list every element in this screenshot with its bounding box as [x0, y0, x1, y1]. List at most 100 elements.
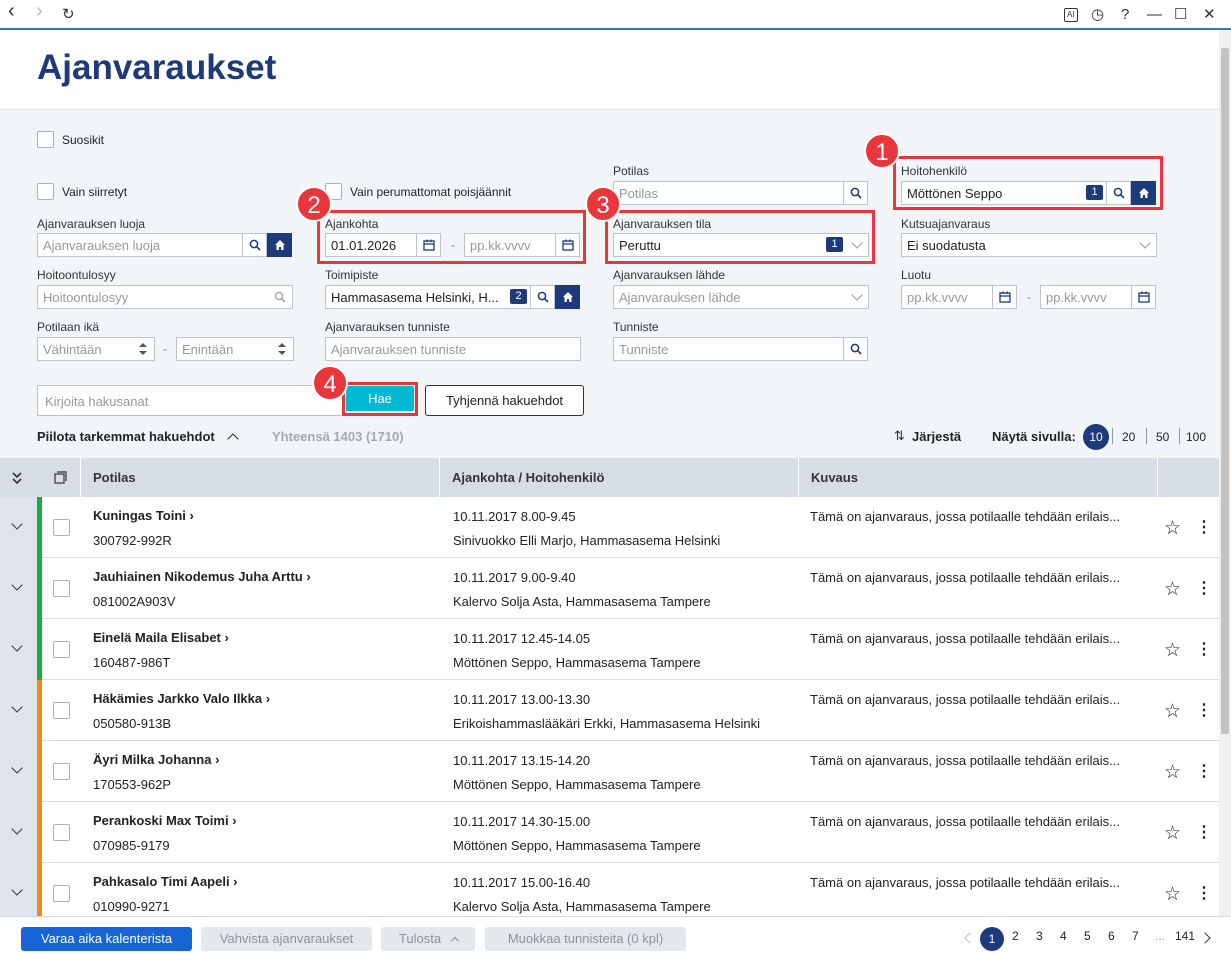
invite-select[interactable]: Ei suodatusta [901, 233, 1157, 257]
more-icon[interactable]: ⋮ [1196, 883, 1212, 903]
column-header-patient[interactable]: Potilas [80, 458, 439, 497]
row-expand-button[interactable] [0, 680, 37, 741]
page-7[interactable]: 7 [1132, 929, 1139, 943]
help-icon[interactable]: ? [1121, 6, 1129, 24]
identifier-search-button[interactable] [843, 337, 868, 361]
row-checkbox[interactable] [53, 580, 70, 597]
history-icon[interactable]: ◷ [1091, 6, 1104, 24]
keyword-search-input[interactable]: Kirjoita hakusanat [37, 385, 347, 416]
patient-name-link[interactable]: Jauhiainen Nikodemus Juha Arttu › [93, 569, 311, 584]
per-page-10[interactable]: 10 [1083, 424, 1109, 450]
confirm-bookings-button[interactable]: Vahvista ajanvaraukset [201, 927, 372, 951]
page-6[interactable]: 6 [1108, 929, 1115, 943]
row-expand-button[interactable] [0, 558, 37, 619]
row-expand-button[interactable] [0, 863, 37, 916]
patient-search-button[interactable] [843, 181, 868, 205]
star-icon[interactable]: ☆ [1164, 822, 1181, 845]
created-to-calendar-button[interactable] [1131, 285, 1156, 309]
table-row[interactable]: Kuningas Toini › 300792-992R 10.11.2017 … [0, 497, 1219, 558]
per-page-50[interactable]: 50 [1156, 430, 1169, 444]
back-icon[interactable]: ‹ [8, 1, 15, 21]
patient-name-link[interactable]: Pahkasalo Timi Aapeli › [93, 874, 238, 889]
row-checkbox[interactable] [53, 763, 70, 780]
table-row[interactable]: Jauhiainen Nikodemus Juha Arttu › 081002… [0, 558, 1219, 619]
more-icon[interactable]: ⋮ [1196, 517, 1212, 537]
row-checkbox[interactable] [53, 885, 70, 902]
patient-name-link[interactable]: Äyri Milka Johanna › [93, 752, 219, 767]
table-row[interactable]: Äyri Milka Johanna › 170553-962P 10.11.2… [0, 741, 1219, 802]
row-checkbox[interactable] [53, 641, 70, 658]
reload-icon[interactable]: ↻ [62, 6, 75, 24]
sort-button[interactable]: Järjestä [912, 429, 961, 444]
created-from-calendar-button[interactable] [992, 285, 1017, 309]
print-button[interactable]: Tulosta [381, 927, 475, 951]
creator-search-button[interactable] [242, 233, 267, 257]
prev-page-icon[interactable] [964, 932, 976, 944]
more-icon[interactable]: ⋮ [1196, 822, 1212, 842]
row-expand-button[interactable] [0, 802, 37, 863]
star-icon[interactable]: ☆ [1164, 578, 1181, 601]
book-from-calendar-button[interactable]: Varaa aika kalenterista [21, 927, 192, 951]
row-expand-button[interactable] [0, 741, 37, 802]
row-checkbox[interactable] [53, 824, 70, 841]
table-row[interactable]: Einelä Maila Elisabet › 160487-986T 10.1… [0, 619, 1219, 680]
only-moved-checkbox[interactable] [37, 183, 54, 200]
created-to-input[interactable]: pp.kk.vvvv [1040, 285, 1132, 309]
patient-name-link[interactable]: Häkämies Jarkko Valo Ilkka › [93, 691, 270, 706]
age-min-stepper-icon[interactable] [137, 342, 149, 356]
favorites-checkbox[interactable] [37, 131, 54, 148]
close-icon[interactable]: ✕ [1203, 6, 1216, 24]
row-expand-button[interactable] [0, 497, 37, 558]
table-row[interactable]: Häkämies Jarkko Valo Ilkka › 050580-913B… [0, 680, 1219, 741]
star-icon[interactable]: ☆ [1164, 517, 1181, 540]
more-icon[interactable]: ⋮ [1196, 700, 1212, 720]
unit-input[interactable]: Hammasasema Helsinki, H... [325, 285, 531, 309]
star-icon[interactable]: ☆ [1164, 639, 1181, 662]
more-icon[interactable]: ⋮ [1196, 578, 1212, 598]
row-expand-button[interactable] [0, 619, 37, 680]
more-icon[interactable]: ⋮ [1196, 639, 1212, 659]
next-page-icon[interactable] [1199, 932, 1211, 944]
hide-advanced-link[interactable]: Piilota tarkemmat hakuehdot [37, 429, 215, 444]
patient-name-link[interactable]: Kuningas Toini › [93, 508, 194, 523]
per-page-100[interactable]: 100 [1186, 430, 1206, 444]
source-select[interactable]: Ajanvarauksen lähde [613, 285, 869, 309]
select-all-icon[interactable] [54, 471, 67, 484]
page-5[interactable]: 5 [1084, 929, 1091, 943]
created-from-input[interactable]: pp.kk.vvvv [901, 285, 993, 309]
star-icon[interactable]: ☆ [1164, 883, 1181, 906]
row-checkbox[interactable] [53, 519, 70, 536]
ai-icon[interactable]: AI [1064, 8, 1078, 22]
patient-input[interactable]: Potilas [613, 181, 844, 205]
maximize-icon[interactable]: ☐ [1174, 6, 1187, 24]
reason-input[interactable]: Hoitoontulosyy [37, 285, 293, 309]
clear-filters-button[interactable]: Tyhjennä hakuehdot [425, 385, 584, 416]
expand-all-icon[interactable] [11, 471, 23, 485]
column-header-time[interactable]: Ajankohta / Hoitohenkilö [439, 458, 798, 497]
identifier-input[interactable]: Tunniste [613, 337, 844, 361]
table-row[interactable]: Pahkasalo Timi Aapeli › 010990-9271 10.1… [0, 863, 1219, 916]
table-row[interactable]: Perankoski Max Toimi › 070985-9179 10.11… [0, 802, 1219, 863]
edit-identifiers-button[interactable]: Muokkaa tunnisteita (0 kpl) [485, 927, 686, 951]
page-last[interactable]: 141 [1175, 929, 1195, 943]
row-checkbox[interactable] [53, 702, 70, 719]
page-3[interactable]: 3 [1036, 929, 1043, 943]
forward-icon[interactable]: › [36, 1, 43, 21]
booking-id-input[interactable]: Ajanvarauksen tunniste [325, 337, 581, 361]
creator-input[interactable]: Ajanvarauksen luoja [37, 233, 243, 257]
page-4[interactable]: 4 [1060, 929, 1067, 943]
per-page-20[interactable]: 20 [1122, 430, 1135, 444]
unit-home-button[interactable] [555, 285, 580, 309]
patient-name-link[interactable]: Einelä Maila Elisabet › [93, 630, 229, 645]
scrollbar-thumb[interactable] [1221, 48, 1229, 734]
creator-home-button[interactable] [267, 233, 292, 257]
page-1[interactable]: 1 [980, 927, 1004, 951]
unit-search-button[interactable] [530, 285, 555, 309]
minimize-icon[interactable]: — [1147, 6, 1162, 24]
vertical-scrollbar[interactable] [1219, 30, 1231, 916]
age-max-stepper-icon[interactable] [276, 342, 288, 356]
column-header-description[interactable]: Kuvaus [798, 458, 1157, 497]
star-icon[interactable]: ☆ [1164, 700, 1181, 723]
more-icon[interactable]: ⋮ [1196, 761, 1212, 781]
star-icon[interactable]: ☆ [1164, 761, 1181, 784]
